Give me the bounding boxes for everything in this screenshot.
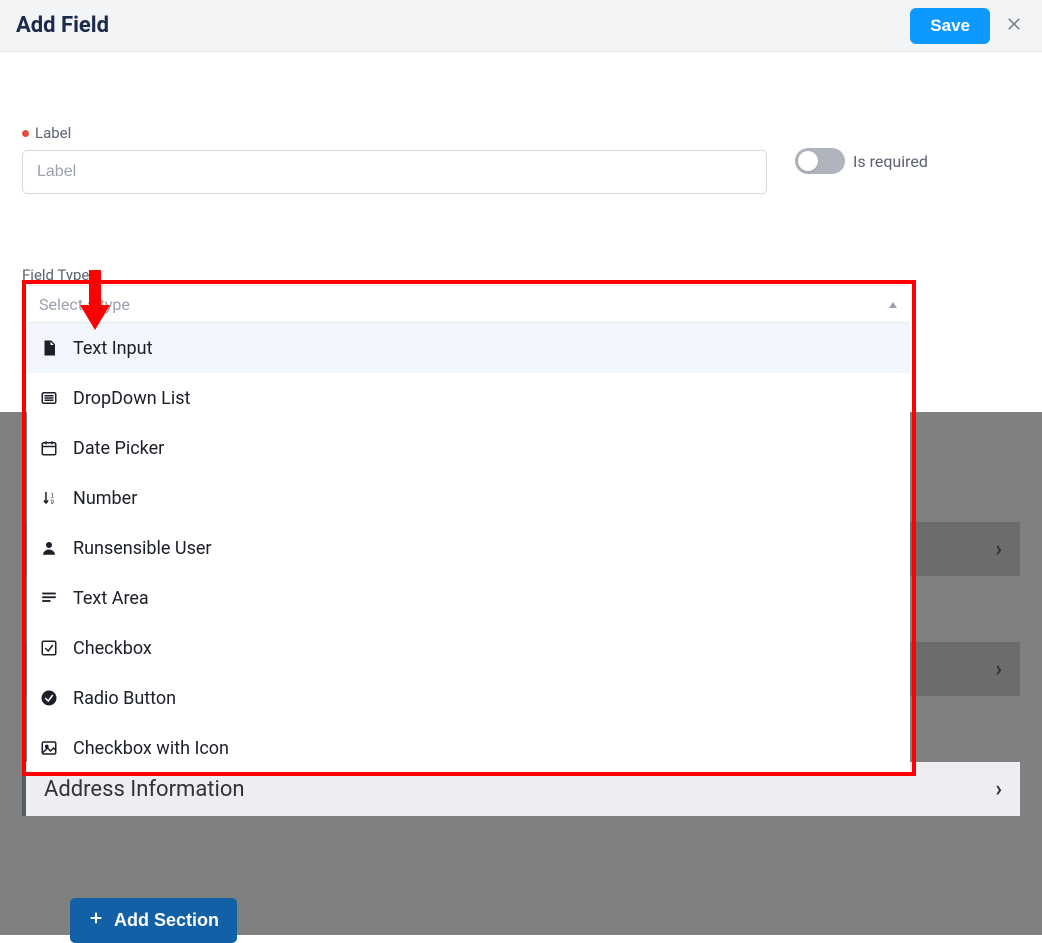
image-icon xyxy=(39,738,59,758)
option-text-input[interactable]: Text Input xyxy=(27,323,910,373)
required-toggle[interactable] xyxy=(795,148,845,174)
required-toggle-label: Is required xyxy=(853,152,928,171)
field-type-dropdown: Select a type Text Input DropDown List D… xyxy=(27,285,910,773)
chevron-right-icon: › xyxy=(995,657,1002,682)
field-type-select[interactable]: Select a type xyxy=(27,286,910,323)
field-type-options: Text Input DropDown List Date Picker 19 … xyxy=(27,323,910,773)
list-icon xyxy=(39,388,59,408)
toggle-knob xyxy=(798,151,818,171)
close-icon xyxy=(1005,15,1023,36)
close-button[interactable] xyxy=(1002,14,1026,38)
field-type-label: Field Type xyxy=(22,266,1020,284)
option-radio-button[interactable]: Radio Button xyxy=(27,673,910,723)
checkbox-icon xyxy=(39,638,59,658)
radio-icon xyxy=(39,688,59,708)
dialog-title: Add Field xyxy=(16,13,109,38)
user-icon xyxy=(39,538,59,558)
header-actions: Save xyxy=(910,8,1026,44)
save-button[interactable]: Save xyxy=(910,8,990,44)
svg-text:9: 9 xyxy=(51,500,55,506)
option-checkbox[interactable]: Checkbox xyxy=(27,623,910,673)
chevron-right-icon: › xyxy=(995,537,1002,562)
option-date-picker[interactable]: Date Picker xyxy=(27,423,910,473)
option-dropdown-list[interactable]: DropDown List xyxy=(27,373,910,423)
number-sort-icon: 19 xyxy=(39,488,59,508)
dialog-header: Add Field Save xyxy=(0,0,1042,52)
caret-up-icon xyxy=(888,295,898,314)
option-text-area[interactable]: Text Area xyxy=(27,573,910,623)
option-checkbox-with-icon[interactable]: Checkbox with Icon xyxy=(27,723,910,773)
label-input[interactable] xyxy=(22,150,767,194)
add-section-button[interactable]: Add Section xyxy=(70,898,237,943)
plus-icon xyxy=(88,910,104,931)
svg-text:1: 1 xyxy=(51,493,55,499)
lines-icon xyxy=(39,588,59,608)
option-number[interactable]: 19 Number xyxy=(27,473,910,523)
calendar-icon xyxy=(39,438,59,458)
required-indicator-icon xyxy=(22,130,29,137)
file-text-icon xyxy=(39,338,59,358)
label-field-label: Label xyxy=(22,124,767,142)
option-runsensible-user[interactable]: Runsensible User xyxy=(27,523,910,573)
chevron-right-icon: › xyxy=(995,777,1002,802)
